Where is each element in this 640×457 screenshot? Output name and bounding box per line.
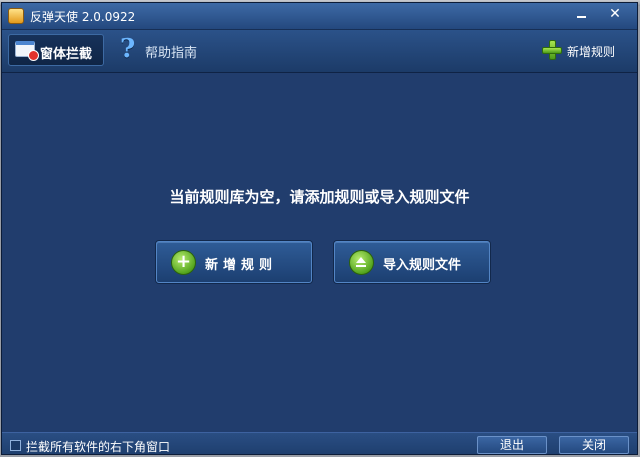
window-block-icon	[15, 41, 39, 61]
toolbar-new-rule-label: 新增规则	[567, 45, 616, 59]
eject-icon	[349, 250, 374, 275]
tab-help-guide[interactable]: ? 帮助指南	[120, 34, 210, 66]
add-rule-button[interactable]: + 新增规则	[156, 241, 312, 283]
plus-icon	[542, 40, 562, 60]
help-icon: ?	[120, 34, 136, 64]
block-corner-popups-label: 拦截所有软件的右下角窗口	[26, 440, 171, 454]
window-title: 反弹天使 2.0.0922	[30, 10, 136, 24]
app-window: 反弹天使 2.0.0922 ✕ 窗体拦截 ? 帮助指南 新增规则 当前规则库为空…	[1, 2, 638, 455]
rules-panel: 当前规则库为空，请添加规则或导入规则文件 + 新增规则 导入规则文件	[2, 73, 637, 432]
close-icon: ✕	[609, 6, 621, 22]
add-circle-icon: +	[171, 250, 196, 275]
import-rules-button[interactable]: 导入规则文件	[334, 241, 490, 283]
status-bar: 拦截所有软件的右下角窗口 退出 关闭	[2, 432, 637, 454]
empty-rules-message: 当前规则库为空，请添加规则或导入规则文件	[169, 188, 470, 206]
tab-help-guide-label: 帮助指南	[145, 46, 198, 61]
add-rule-label: 新增规则	[205, 258, 278, 273]
tab-window-block[interactable]: 窗体拦截	[8, 34, 104, 66]
app-icon	[8, 8, 24, 24]
title-bar: 反弹天使 2.0.0922 ✕	[2, 3, 637, 30]
exit-button[interactable]: 退出	[477, 436, 547, 454]
toolbar-new-rule-button[interactable]: 新增规则	[540, 34, 632, 66]
main-toolbar: 窗体拦截 ? 帮助指南 新增规则	[2, 30, 637, 73]
close-button[interactable]: 关闭	[559, 436, 629, 454]
minimize-button[interactable]	[567, 5, 595, 25]
minimize-icon	[576, 16, 586, 18]
import-rules-label: 导入规则文件	[383, 258, 462, 273]
block-corner-popups-checkbox[interactable]	[10, 440, 21, 451]
close-window-button[interactable]: ✕	[601, 5, 629, 25]
tab-window-block-label: 窗体拦截	[40, 47, 93, 62]
